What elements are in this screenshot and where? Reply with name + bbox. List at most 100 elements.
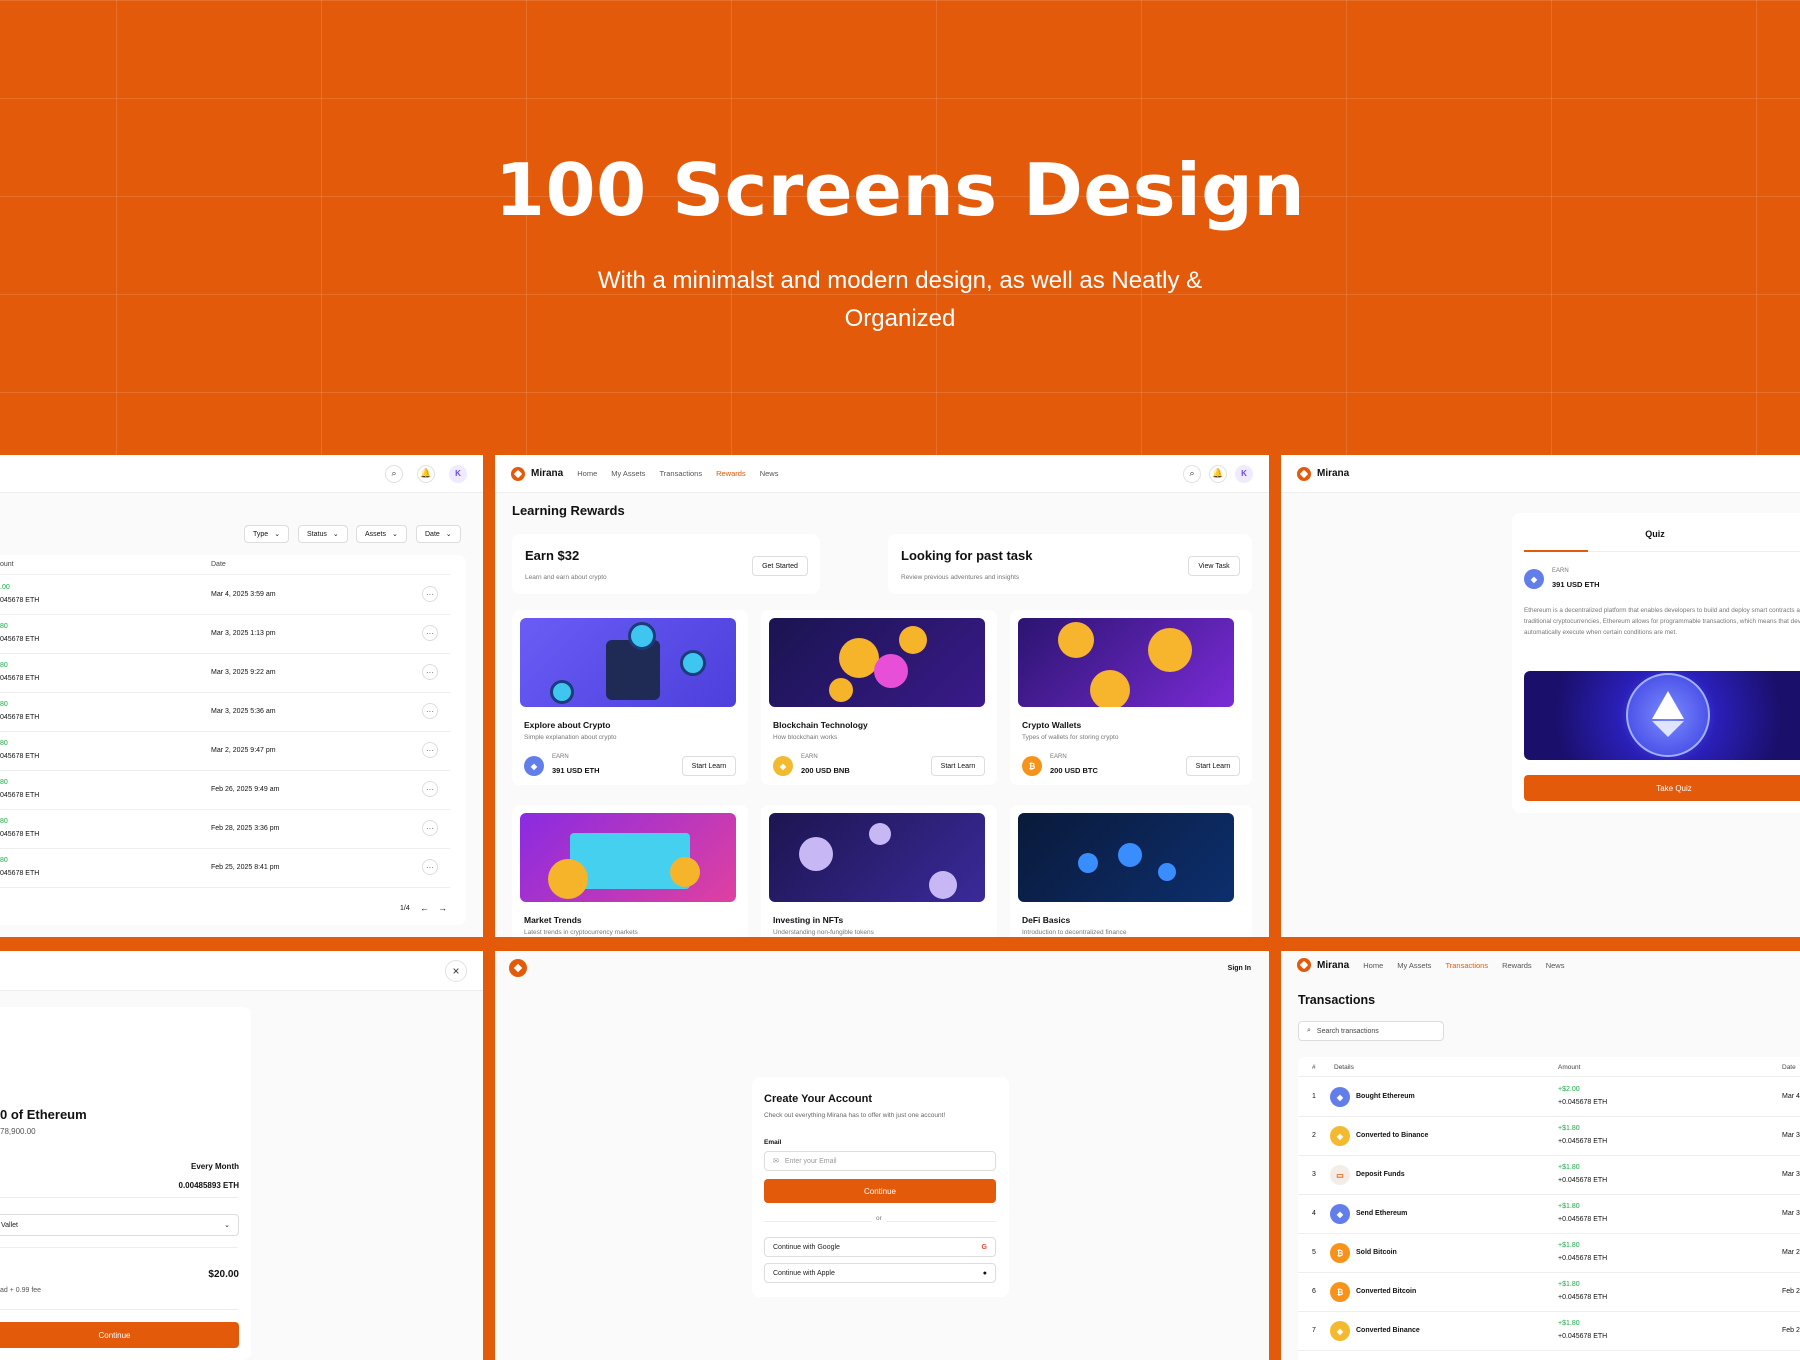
- sign-in-link[interactable]: Sign In: [1228, 965, 1251, 972]
- amount-eth: 045678 ETH: [0, 597, 40, 604]
- table-row[interactable]: 80 045678 ETH Feb 26, 2025 9:49 am ···: [0, 771, 450, 810]
- amount-usd: +$1.80: [1558, 1281, 1580, 1288]
- nav-home[interactable]: Home: [577, 469, 597, 478]
- course-desc: Simple explanation about crypto: [524, 734, 617, 741]
- course-card[interactable]: Explore about Crypto Simple explanation …: [512, 610, 748, 785]
- course-card[interactable]: Market Trends Latest trends in cryptocur…: [512, 805, 748, 937]
- row-details: Send Ethereum: [1356, 1210, 1408, 1217]
- nav-news[interactable]: News: [1546, 961, 1565, 970]
- search-icon[interactable]: ⌕: [1183, 464, 1201, 483]
- row-date: Feb 28, 2025 3:36 pm: [211, 825, 280, 832]
- nav-rewards[interactable]: Rewards: [1502, 961, 1532, 970]
- brand-name: Mirana: [1317, 468, 1350, 479]
- start-learn-button[interactable]: Start Learn: [1186, 756, 1240, 776]
- frequency-value: Every Month: [190, 1162, 239, 1171]
- more-icon[interactable]: ···: [422, 703, 438, 719]
- more-icon[interactable]: ···: [422, 586, 438, 602]
- table-row[interactable]: 4 ◆ Send Ethereum +$1.80 +0.045678 ETH Mar 3: [1298, 1195, 1800, 1234]
- get-started-button[interactable]: Get Started: [752, 556, 808, 576]
- row-number: 5: [1312, 1249, 1316, 1256]
- table-row[interactable]: 80 045678 ETH Mar 3, 2025 5:36 am ···: [0, 693, 450, 732]
- bell-icon[interactable]: 🔔: [417, 464, 435, 483]
- buy-subtitle: 78,900.00: [0, 1127, 36, 1136]
- table-row[interactable]: 80 045678 ETH Mar 3, 2025 1:13 pm ···: [0, 615, 450, 654]
- logo-icon[interactable]: [509, 959, 527, 977]
- email-field[interactable]: ✉ Enter your Email: [764, 1151, 996, 1171]
- nav-my-assets[interactable]: My Assets: [1397, 961, 1431, 970]
- more-icon[interactable]: ···: [422, 664, 438, 680]
- nav-transactions[interactable]: Transactions: [1445, 961, 1488, 970]
- table-row[interactable]: 80 045678 ETH Feb 25, 2025 8:41 pm ···: [0, 849, 450, 888]
- google-button[interactable]: Continue with Google G: [764, 1237, 996, 1257]
- wallet-select[interactable]: Vallet ⌄: [0, 1214, 239, 1236]
- nav-home[interactable]: Home: [1363, 961, 1383, 970]
- table-row[interactable]: 6 ₿ Converted Bitcoin +$1.80 +0.045678 ETH Fe…: [1298, 1273, 1800, 1312]
- row-number: 1: [1312, 1093, 1316, 1100]
- apple-button[interactable]: Continue with Apple ●: [764, 1263, 996, 1283]
- filter-assets[interactable]: Assets ⌄: [356, 525, 407, 543]
- course-title: Crypto Wallets: [1022, 720, 1082, 730]
- course-card[interactable]: Blockchain Technology How blockchain wor…: [761, 610, 997, 785]
- column-num: #: [1312, 1064, 1316, 1071]
- bell-icon[interactable]: 🔔: [1209, 464, 1227, 483]
- signup-desc: Check out everything Mirana has to offer…: [764, 1112, 946, 1119]
- column-details: Details: [1334, 1064, 1354, 1071]
- brand-logo[interactable]: Mirana: [1297, 466, 1350, 481]
- tab-quiz[interactable]: Quiz: [1512, 529, 1798, 539]
- close-icon[interactable]: ×: [445, 959, 467, 982]
- earn-value: 200 USD BTC: [1050, 766, 1098, 775]
- search-icon[interactable]: ⌕: [385, 464, 403, 483]
- start-learn-button[interactable]: Start Learn: [931, 756, 985, 776]
- more-icon[interactable]: ···: [422, 625, 438, 641]
- avatar[interactable]: K: [449, 464, 467, 483]
- top-bar-actions: ⌕ 🔔 K: [1183, 464, 1253, 483]
- continue-button[interactable]: Continue: [764, 1179, 996, 1203]
- view-task-button[interactable]: View Task: [1188, 556, 1240, 576]
- ethereum-icon: ◆: [1330, 1204, 1350, 1224]
- earn-value: 200 USD BNB: [801, 766, 850, 775]
- arrow-right-icon[interactable]: →: [438, 903, 447, 913]
- divider: [0, 1247, 238, 1248]
- table-row[interactable]: 80 045678 ETH Feb 28, 2025 3:36 pm ···: [0, 810, 450, 849]
- table-row[interactable]: 80 045678 ETH Mar 3, 2025 9:22 am ···: [0, 654, 450, 693]
- avatar[interactable]: K: [1235, 464, 1253, 483]
- filter-status[interactable]: Status ⌄: [298, 525, 348, 543]
- course-card[interactable]: Investing in NFTs Understanding non-fung…: [761, 805, 997, 937]
- brand-logo[interactable]: Mirana: [511, 466, 563, 481]
- chevron-down-icon: ⌄: [445, 531, 452, 538]
- course-card[interactable]: DeFi Basics Introduction to decentralize…: [1010, 805, 1252, 937]
- ethereum-icon: ◆: [1524, 569, 1544, 589]
- more-icon[interactable]: ···: [422, 820, 438, 836]
- nav-rewards[interactable]: Rewards: [716, 469, 746, 478]
- table-row[interactable]: 7 ◈ Converted Binance +$1.80 +0.045678 ETH Fe…: [1298, 1312, 1800, 1351]
- amount-eth: +0.045678 ETH: [1558, 1294, 1608, 1301]
- table-row[interactable]: 2 ◈ Converted to Binance +$1.80 +0.045678 ET…: [1298, 1117, 1800, 1156]
- top-bar: Mirana: [1281, 455, 1800, 493]
- nav-my-assets[interactable]: My Assets: [611, 469, 645, 478]
- nav-news[interactable]: News: [760, 469, 779, 478]
- filter-type[interactable]: Type ⌄: [244, 525, 290, 543]
- table-row[interactable]: .00 045678 ETH Mar 4, 2025 3:59 am ···: [0, 576, 450, 615]
- filter-date[interactable]: Date ⌄: [416, 525, 461, 543]
- continue-button[interactable]: Continue: [0, 1322, 239, 1348]
- course-card[interactable]: Crypto Wallets Types of wallets for stor…: [1010, 610, 1252, 785]
- arrow-left-icon[interactable]: ←: [420, 903, 429, 913]
- amount-usd: +$2.00: [1558, 1086, 1580, 1093]
- ethereum-logo-shape: [1652, 721, 1684, 737]
- earn-card: Earn $32 Learn and earn about crypto Get…: [512, 534, 820, 594]
- row-date: Mar 4, 2025 3:59 am: [211, 591, 276, 598]
- nav-transactions[interactable]: Transactions: [659, 469, 702, 478]
- search-input[interactable]: ⌕ Search transactions: [1298, 1021, 1444, 1041]
- logo-icon: [1297, 466, 1311, 481]
- take-quiz-button[interactable]: Take Quiz: [1524, 775, 1800, 801]
- brand-logo[interactable]: Mirana: [1297, 958, 1349, 972]
- table-row[interactable]: 5 ₿ Sold Bitcoin +$1.80 +0.045678 ETH Mar 2: [1298, 1234, 1800, 1273]
- table-row[interactable]: 1 ◆ Bought Ethereum +$2.00 +0.045678 ETH Mar …: [1298, 1078, 1800, 1117]
- table-row[interactable]: 3 ▭ Deposit Funds +$1.80 +0.045678 ETH Mar 3: [1298, 1156, 1800, 1195]
- more-icon[interactable]: ···: [422, 859, 438, 875]
- more-icon[interactable]: ···: [422, 781, 438, 797]
- table-row[interactable]: 80 045678 ETH Mar 2, 2025 9:47 pm ···: [0, 732, 450, 771]
- amount-eth: 045678 ETH: [0, 792, 40, 799]
- start-learn-button[interactable]: Start Learn: [682, 756, 736, 776]
- more-icon[interactable]: ···: [422, 742, 438, 758]
